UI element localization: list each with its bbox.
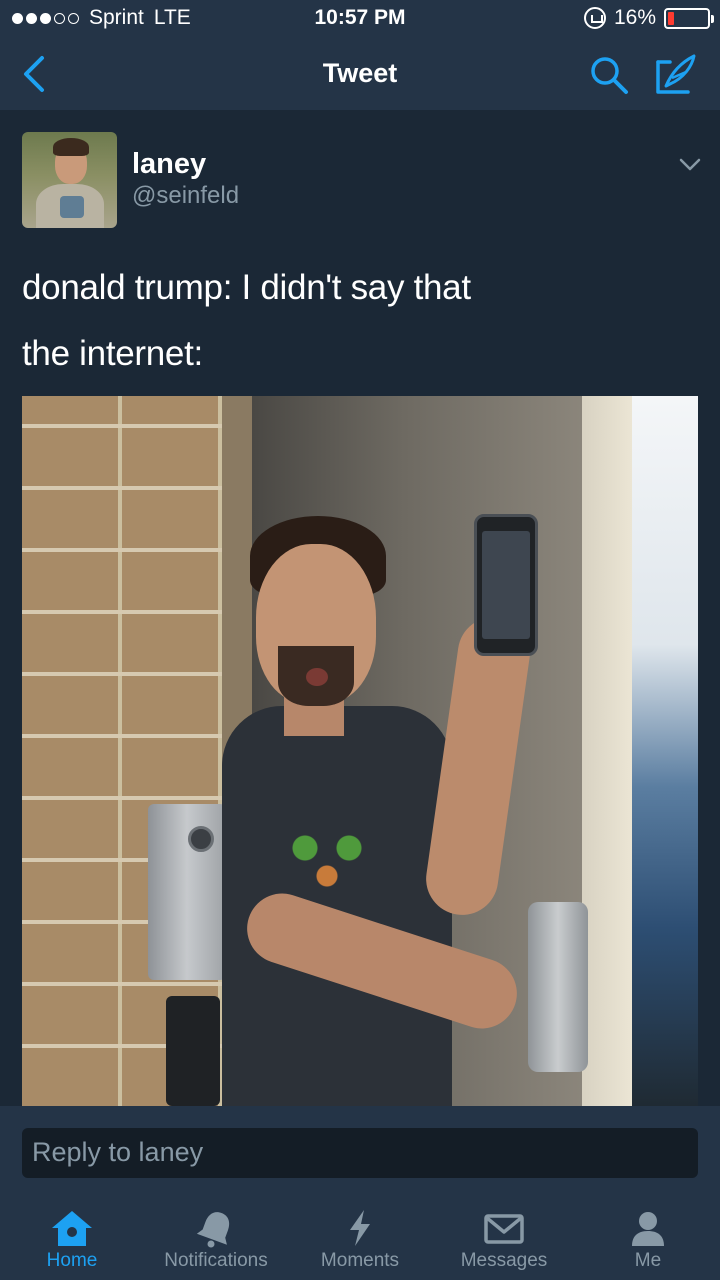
nav-bar: Tweet <box>0 38 720 110</box>
avatar[interactable] <box>22 132 117 228</box>
status-right: 16% <box>583 6 714 30</box>
tab-moments[interactable]: Moments <box>288 1194 432 1280</box>
battery-icon <box>664 7 714 29</box>
tab-label: Home <box>46 1250 98 1271</box>
reply-bar: Reply to laney <box>0 1106 720 1194</box>
author-handle[interactable]: @seinfeld <box>132 182 239 210</box>
tab-me[interactable]: Me <box>576 1194 720 1280</box>
search-icon <box>591 57 628 94</box>
reply-input[interactable]: Reply to laney <box>22 1128 698 1178</box>
tweet-photo[interactable] <box>22 396 698 1106</box>
lightning-icon <box>350 1210 370 1246</box>
tab-label: Notifications <box>164 1250 268 1271</box>
home-icon <box>52 1211 92 1246</box>
tweet-options-button[interactable] <box>678 156 702 174</box>
tab-bar: Home Notifications Moments Messages Me <box>0 1194 720 1280</box>
chevron-down-icon <box>679 158 701 171</box>
tab-label: Me <box>634 1250 662 1271</box>
battery-percent: 16% <box>613 6 656 29</box>
tweet-text-line: donald trump: I didn't say that <box>22 268 471 307</box>
tab-label: Moments <box>320 1250 400 1271</box>
tab-messages[interactable]: Messages <box>432 1194 576 1280</box>
tab-notifications[interactable]: Notifications <box>144 1194 288 1280</box>
person-icon <box>632 1212 664 1246</box>
compose-tweet-icon <box>656 54 696 94</box>
status-bar: Sprint LTE 10:57 PM 16% <box>0 0 720 38</box>
author-display-name[interactable]: laney <box>132 148 206 181</box>
tab-home[interactable]: Home <box>0 1194 144 1280</box>
envelope-icon <box>484 1214 524 1244</box>
tab-label: Messages <box>460 1250 548 1271</box>
search-button[interactable] <box>588 54 630 96</box>
rotation-lock-icon <box>583 7 606 29</box>
tweet-text-line: the internet: <box>22 334 203 373</box>
compose-tweet-button[interactable] <box>652 52 698 98</box>
bell-icon <box>196 1212 230 1248</box>
